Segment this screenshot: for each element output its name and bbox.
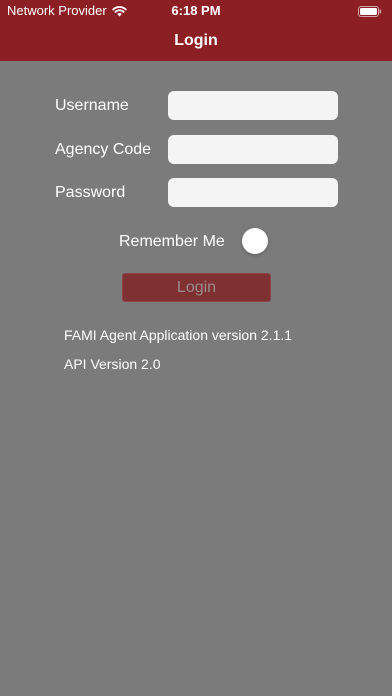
agency-code-row: Agency Code bbox=[55, 135, 338, 164]
username-input[interactable] bbox=[168, 91, 338, 120]
username-row: Username bbox=[55, 91, 338, 120]
status-bar: Network Provider 6:18 PM bbox=[0, 0, 392, 22]
username-label: Username bbox=[55, 97, 129, 114]
api-version-text: API Version 2.0 bbox=[64, 356, 161, 372]
login-screen: Network Provider 6:18 PM Login Username … bbox=[0, 0, 392, 696]
status-time: 6:18 PM bbox=[171, 3, 221, 18]
remember-me-label: Remember Me bbox=[119, 233, 225, 250]
remember-me-toggle[interactable] bbox=[242, 228, 268, 254]
remember-me-row: Remember Me bbox=[119, 228, 271, 254]
password-input[interactable] bbox=[168, 178, 338, 207]
header: Network Provider 6:18 PM Login bbox=[0, 0, 392, 61]
agency-code-input[interactable] bbox=[168, 135, 338, 164]
password-row: Password bbox=[55, 178, 338, 207]
password-label: Password bbox=[55, 184, 126, 201]
login-button[interactable]: Login bbox=[122, 273, 271, 302]
battery-icon bbox=[358, 5, 382, 17]
page-title: Login bbox=[174, 32, 218, 49]
app-version-text: FAMI Agent Application version 2.1.1 bbox=[64, 327, 293, 343]
agency-code-label: Agency Code bbox=[55, 141, 152, 158]
